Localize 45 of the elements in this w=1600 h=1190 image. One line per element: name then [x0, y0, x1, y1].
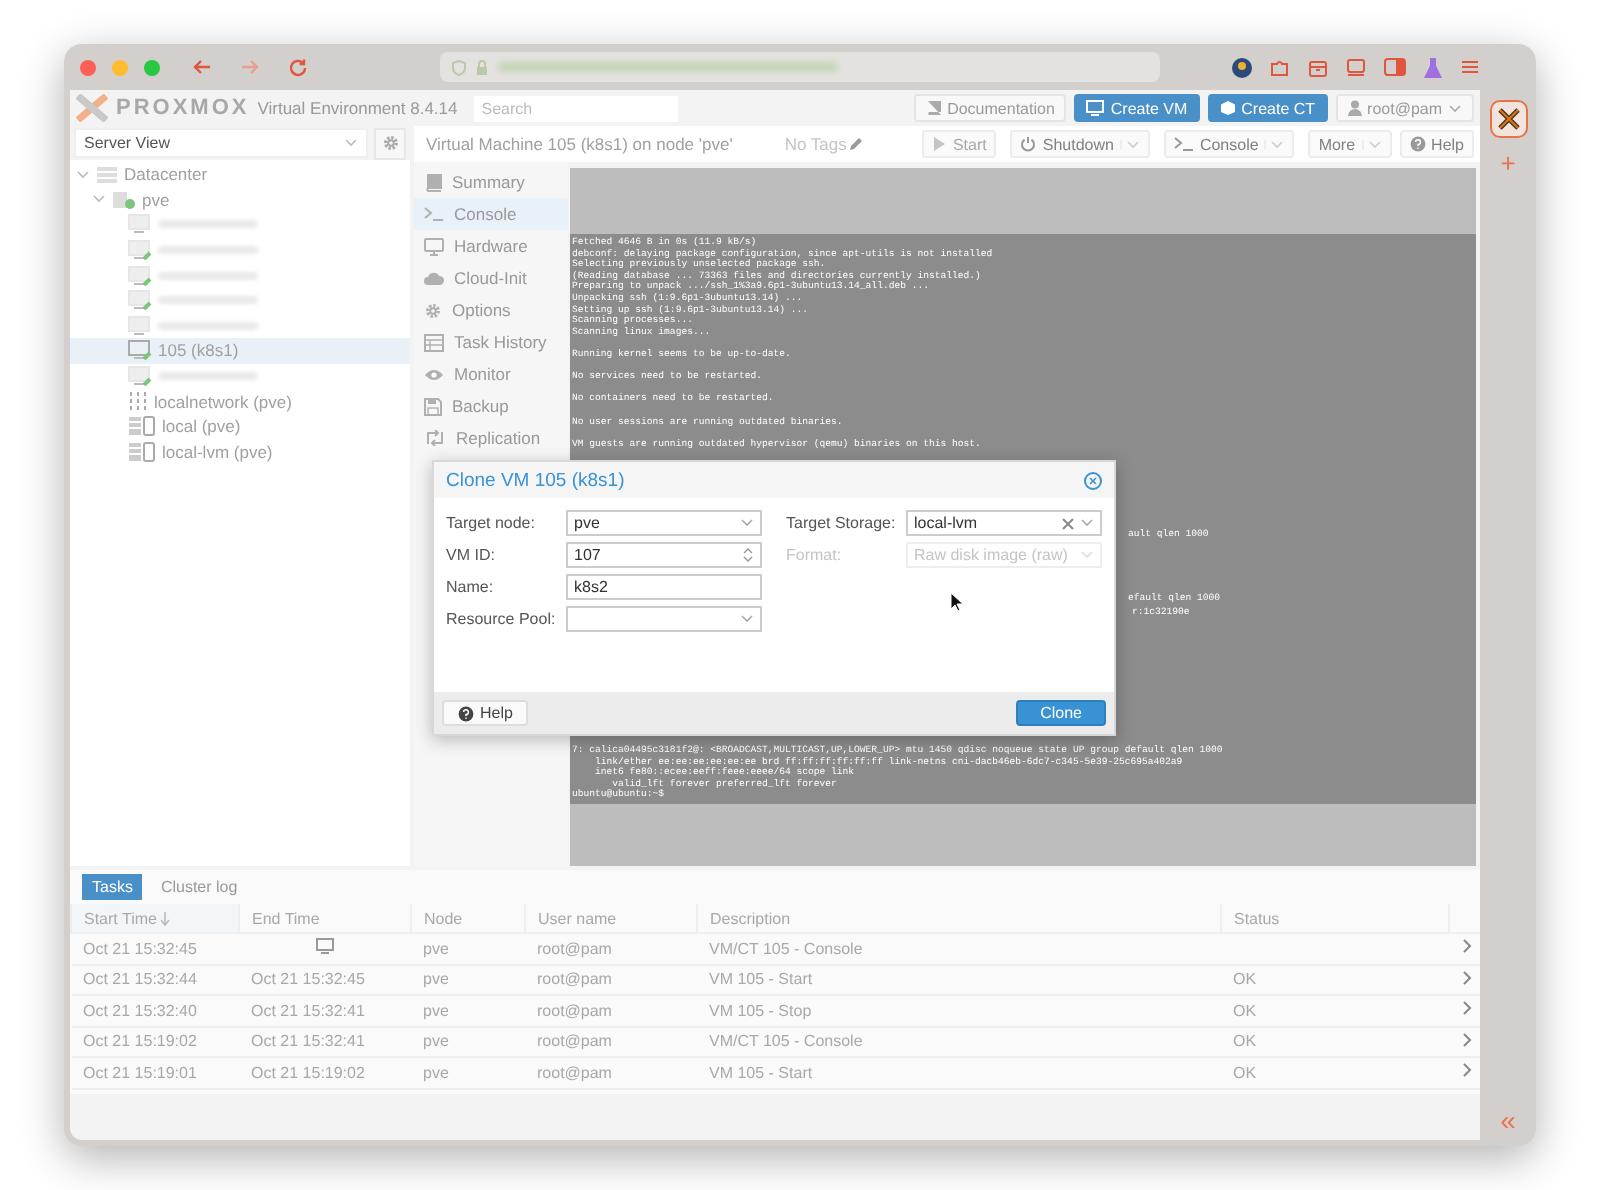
table-cell: Oct 21 15:32:41 [251, 1032, 365, 1051]
tree-label: localnetwork (pve) [154, 391, 292, 412]
table-cell: VM/CT 105 - Console [709, 1032, 863, 1051]
table-cell: Oct 21 15:32:44 [83, 970, 197, 989]
tree-label: pve [142, 189, 170, 210]
table-cell: VM 105 - Start [709, 1063, 813, 1082]
field-label: Resource Pool: [446, 610, 558, 628]
table-cell: VM 105 - Stop [709, 1001, 812, 1020]
product-version: Virtual Environment 8.4.14 [257, 98, 458, 118]
table-cell: Oct 21 15:19:02 [83, 1032, 197, 1051]
field-label: VM ID: [446, 546, 497, 564]
table-cell: Oct 21 15:19:01 [83, 1063, 197, 1082]
field-label: Name: [446, 578, 496, 596]
logo-text: PROXMOX [116, 96, 250, 120]
table-cell: pve [423, 1001, 449, 1020]
table-cell: root@pam [537, 970, 612, 989]
tree-label: Datacenter [124, 164, 208, 185]
table-cell: OK [1233, 1063, 1257, 1082]
table-cell: VM 105 - Start [709, 970, 813, 989]
field-label: Format: [786, 546, 844, 564]
table-cell: root@pam [537, 1032, 612, 1051]
table-cell: VM/CT 105 - Console [709, 939, 863, 958]
table-cell: Oct 21 15:32:45 [83, 939, 197, 958]
table-cell: Oct 21 15:19:02 [251, 1063, 365, 1082]
table-cell: root@pam [537, 1063, 612, 1082]
table-cell: root@pam [537, 1001, 612, 1020]
table-cell: Oct 21 15:32:40 [83, 1001, 197, 1020]
tree-label: local (pve) [162, 416, 241, 437]
vm-title: Virtual Machine 105 (k8s1) on node 'pve' [426, 134, 733, 154]
dialog-title: Clone VM 105 (k8s1) [446, 469, 625, 491]
table-cell: pve [423, 1032, 449, 1051]
table-cell: pve [423, 1063, 449, 1082]
table-cell: Oct 21 15:32:45 [251, 970, 365, 989]
tree-label: 105 (k8s1) [158, 340, 239, 361]
table-cell: OK [1233, 970, 1257, 989]
table-cell: OK [1233, 1032, 1257, 1051]
field-label: Target Storage: [786, 514, 898, 532]
table-cell: OK [1233, 1001, 1257, 1020]
table-cell: Oct 21 15:32:41 [251, 1001, 365, 1020]
table-cell: root@pam [537, 939, 612, 958]
tree-label: local-lvm (pve) [162, 441, 273, 462]
tags-label: No Tags [784, 134, 847, 154]
table-cell: pve [423, 939, 449, 958]
field-label: Target node: [446, 514, 537, 532]
table-cell: pve [423, 970, 449, 989]
